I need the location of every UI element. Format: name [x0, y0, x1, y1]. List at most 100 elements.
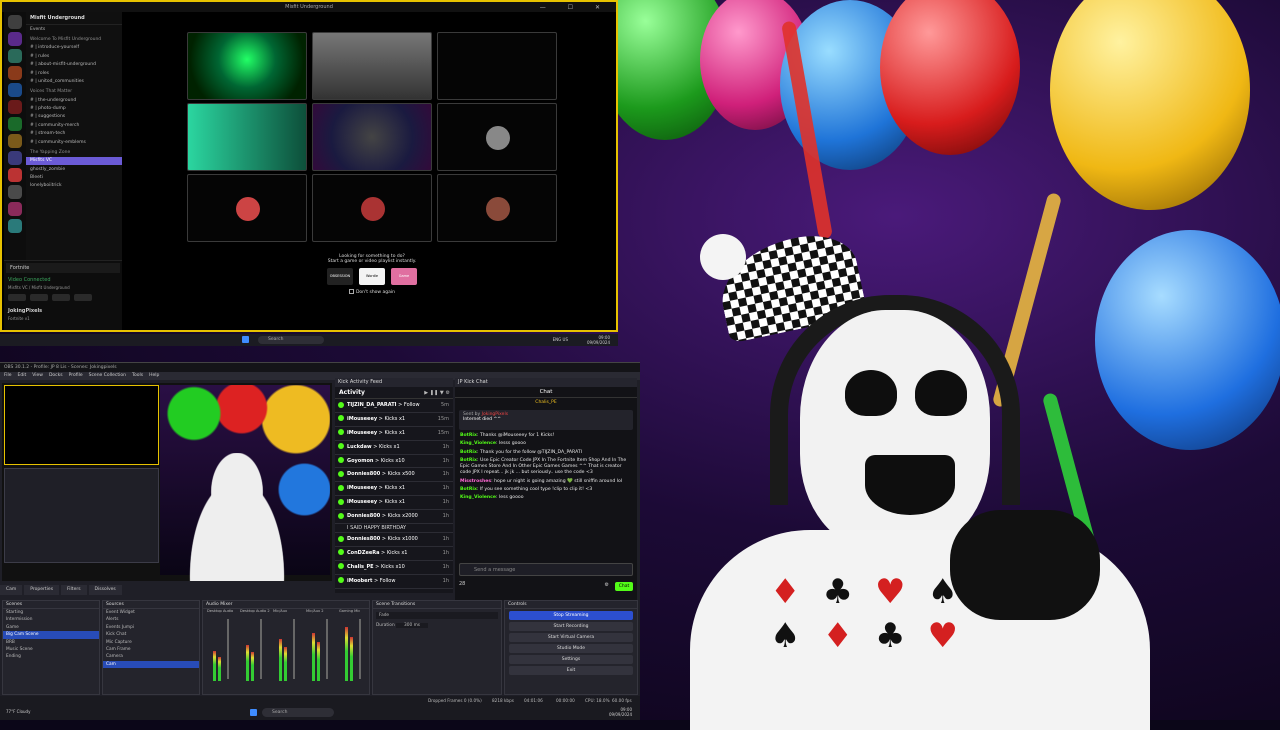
channel-item[interactable]: # | suggestions [26, 113, 122, 121]
chat-input[interactable]: Send a message [459, 563, 633, 576]
chat-channel-user[interactable]: Chalis_PE [455, 398, 637, 407]
dock-tab[interactable]: Cam [0, 585, 23, 595]
source-item[interactable]: Cam Frame [103, 646, 199, 653]
dock-tab[interactable]: Properties [24, 585, 60, 595]
chat-username[interactable]: Misstroshes [460, 479, 491, 484]
channel-item[interactable]: # | rules [26, 52, 122, 60]
video-tile[interactable] [312, 103, 432, 171]
control-button[interactable]: Studio Mode [509, 644, 633, 653]
feed-row[interactable]: iMouseeey > Kicks x1 15m [335, 427, 453, 441]
server-icon[interactable] [8, 15, 22, 29]
video-tile[interactable] [187, 103, 307, 171]
channel-item[interactable]: # | community-emblems [26, 138, 122, 146]
chat-message[interactable]: BotRix: Thank you for the follow @TIJZIN… [455, 450, 637, 458]
control-button[interactable]: Start Recording [509, 622, 633, 631]
volume-fader[interactable] [326, 619, 328, 679]
menu-item-file[interactable]: File [4, 373, 12, 378]
feed-row[interactable]: Chalis_PE > Kicks x10 1h [335, 561, 453, 575]
source-item[interactable]: Alerts [103, 616, 199, 623]
video-tile[interactable] [437, 32, 557, 100]
server-icon[interactable] [8, 100, 22, 114]
soundboard-icon[interactable] [74, 294, 92, 301]
feed-row[interactable]: Goyomon > Kicks x10 1h [335, 455, 453, 469]
windows-start-icon[interactable] [242, 336, 249, 343]
pinned-message[interactable]: Sent by JokingPixels Internet died ^^ [459, 410, 633, 430]
volume-fader[interactable] [293, 619, 295, 679]
channel-item[interactable]: # | about-misfit-underground [26, 61, 122, 69]
volume-fader[interactable] [359, 619, 361, 679]
chat-message[interactable]: King_Violence: lesss goooo [455, 441, 637, 449]
channel-item[interactable]: # | community-merch [26, 121, 122, 129]
channel-category[interactable]: Welcome To Misfit Underground [26, 35, 122, 43]
taskbar-search[interactable]: Search [262, 708, 334, 717]
server-icon[interactable] [8, 49, 22, 63]
menu-item-profile[interactable]: Profile [69, 373, 83, 378]
chat-username[interactable]: BotRix [460, 433, 477, 438]
dock-tab[interactable]: Dissolves [88, 585, 122, 595]
menu-item-docks[interactable]: Docks [49, 373, 63, 378]
channel-item[interactable]: lonelyboiitrick [26, 182, 122, 190]
chat-message[interactable]: King_Violence: less goooo [455, 495, 637, 503]
screenshare-icon[interactable] [30, 294, 48, 301]
chat-message[interactable]: Misstroshes: hope ur night is going amaz… [455, 479, 637, 487]
source-item[interactable]: Cam [103, 660, 199, 669]
menu-item-scene-collection[interactable]: Scene Collection [89, 373, 126, 378]
feed-row[interactable]: iMouseeey > Kicks x1 1h [335, 496, 453, 511]
chat-username[interactable]: BotRix [460, 458, 477, 463]
chat-username[interactable]: BotRix [460, 450, 477, 455]
server-name[interactable]: Misfit Underground [26, 12, 122, 25]
menu-item-help[interactable]: Help [149, 373, 159, 378]
scene-item[interactable]: BRB [3, 639, 99, 646]
menu-item-tools[interactable]: Tools [132, 373, 143, 378]
chat-username[interactable]: BotRix [460, 487, 477, 492]
settings-icon[interactable]: ⚙ [605, 582, 609, 588]
feed-row[interactable]: Luckdaw > Kicks x1 1h [335, 441, 453, 455]
channel-item[interactable]: # | introduce-yourself [26, 44, 122, 52]
channel-item[interactable]: # | roles [26, 69, 122, 77]
server-icon[interactable] [8, 151, 22, 165]
feed-row[interactable]: TIJZIN_DA_PARATI > Follow 5m [335, 399, 453, 413]
server-icon[interactable] [8, 168, 22, 182]
taskbar-search[interactable]: Search [258, 336, 324, 344]
video-tile[interactable] [437, 103, 557, 171]
duration-field[interactable]: Duration 300 ms [373, 622, 501, 629]
volume-fader[interactable] [260, 619, 262, 679]
volume-fader[interactable] [227, 619, 229, 679]
server-icon[interactable] [8, 117, 22, 131]
scene-item[interactable]: Ending [3, 653, 99, 660]
username[interactable]: JokingPixels [4, 303, 122, 316]
feed-row[interactable]: Donnies800 > Kicks x500 1h [335, 468, 453, 483]
server-icon[interactable] [8, 83, 22, 97]
source-item[interactable]: Camera [103, 653, 199, 660]
windows-start-icon[interactable] [250, 709, 257, 716]
scene-item[interactable]: Game [3, 624, 99, 631]
feed-row[interactable]: iMouseeey > Kicks x1 1h [335, 482, 453, 497]
feed-row[interactable]: ConDZeeRa > Kicks x1 1h [335, 547, 453, 561]
channel-item[interactable]: Events [26, 25, 122, 33]
video-tile[interactable] [187, 32, 307, 100]
video-tile[interactable] [187, 174, 307, 242]
video-tile[interactable] [312, 174, 432, 242]
server-icon[interactable] [8, 219, 22, 233]
weather-widget[interactable]: 77°F Cloudy [6, 709, 30, 714]
chat-username[interactable]: King_Violence [460, 441, 496, 446]
channel-item[interactable]: Bleeti [26, 173, 122, 181]
channel-item[interactable]: ghostly_zombie [26, 165, 122, 173]
menu-item-edit[interactable]: Edit [18, 373, 27, 378]
feed-row[interactable]: Donnies800 > Kicks x1000 1h [335, 533, 453, 547]
game-tile-2[interactable]: Game [391, 268, 417, 285]
channel-item[interactable]: # | unitod_communities [26, 77, 122, 85]
video-tile[interactable] [437, 174, 557, 242]
source-item[interactable]: Event Widget [103, 609, 199, 616]
feed-row[interactable]: iMouseeey > Kicks x1 15m [335, 413, 453, 427]
menu-item-view[interactable]: View [32, 373, 43, 378]
control-button[interactable]: Stop Streaming [509, 611, 633, 620]
transition-select[interactable]: Fade [376, 612, 498, 620]
chat-send-button[interactable]: Chat [615, 582, 633, 591]
server-icon[interactable] [8, 32, 22, 46]
channel-category[interactable]: The Yapping Zone [26, 148, 122, 156]
control-button[interactable]: Settings [509, 655, 633, 664]
chat-message[interactable]: BotRix: Use Epic Creator Code JPX In The… [455, 458, 637, 479]
video-tile[interactable] [312, 32, 432, 100]
game-tile-1[interactable]: Wordle [359, 268, 385, 285]
